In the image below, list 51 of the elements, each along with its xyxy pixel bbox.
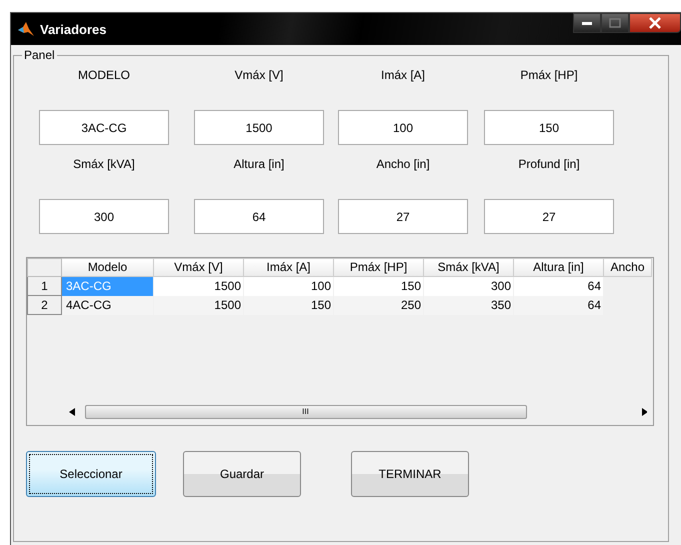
- column-header[interactable]: Pmáx [HP]: [334, 258, 424, 277]
- minimize-icon: [581, 20, 593, 26]
- panel-title: Panel: [22, 48, 57, 62]
- close-icon: [648, 17, 662, 29]
- scrollbar-thumb[interactable]: III: [84, 405, 526, 419]
- input-field[interactable]: 3AC-CG: [39, 110, 169, 145]
- scroll-right-icon[interactable]: [642, 408, 647, 416]
- window-title: Variadores: [40, 22, 106, 36]
- minimize-button[interactable]: [573, 13, 601, 33]
- column-header[interactable]: Smáx [kVA]: [424, 258, 514, 277]
- table-cell[interactable]: 100: [244, 277, 334, 296]
- app-icon: [17, 21, 35, 37]
- push-button[interactable]: Seleccionar: [26, 451, 156, 497]
- column-header[interactable]: Altura [in]: [514, 258, 604, 277]
- table-cell[interactable]: 300: [424, 277, 514, 296]
- input-field[interactable]: 27: [484, 199, 614, 234]
- table-cell[interactable]: 1500: [154, 277, 244, 296]
- column-header[interactable]: Imáx [A]: [244, 258, 334, 277]
- field-label: Vmáx [V]: [234, 68, 284, 84]
- maximize-icon: [609, 18, 621, 28]
- push-button[interactable]: Guardar: [183, 451, 301, 497]
- push-button[interactable]: TERMINAR: [351, 451, 469, 497]
- table-cell[interactable]: 150: [334, 277, 424, 296]
- field-label: Imáx [A]: [380, 68, 425, 84]
- field-label: MODELO: [78, 68, 130, 84]
- table-cell[interactable]: 64: [514, 296, 604, 315]
- field-label: Smáx [kVA]: [73, 157, 135, 173]
- input-field[interactable]: 64: [194, 199, 324, 234]
- table-cell[interactable]: 1500: [154, 296, 244, 315]
- table-cell[interactable]: 64: [514, 277, 604, 296]
- field-label: Ancho [in]: [376, 157, 430, 173]
- input-field[interactable]: 1500: [194, 110, 324, 145]
- column-header[interactable]: Vmáx [V]: [154, 258, 244, 277]
- table-cell[interactable]: 350: [424, 296, 514, 315]
- row-header[interactable]: 2: [27, 296, 62, 315]
- input-field[interactable]: 300: [39, 199, 169, 234]
- table-cell[interactable]: 250: [334, 296, 424, 315]
- input-field[interactable]: 100: [338, 110, 468, 145]
- row-header[interactable]: 1: [27, 277, 62, 296]
- table-cell[interactable]: 4AC-CG: [62, 296, 154, 315]
- input-field[interactable]: 27: [338, 199, 468, 234]
- column-header[interactable]: Modelo: [62, 258, 154, 277]
- field-label: Pmáx [HP]: [520, 68, 578, 84]
- scroll-left-icon[interactable]: [69, 408, 74, 416]
- maximize-button[interactable]: [601, 13, 629, 33]
- table-cell[interactable]: 150: [244, 296, 334, 315]
- field-label: Altura [in]: [234, 157, 284, 173]
- field-label: Profund [in]: [518, 157, 580, 173]
- input-field[interactable]: 150: [484, 110, 614, 145]
- close-button[interactable]: [629, 13, 681, 33]
- column-header[interactable]: Ancho: [604, 258, 652, 277]
